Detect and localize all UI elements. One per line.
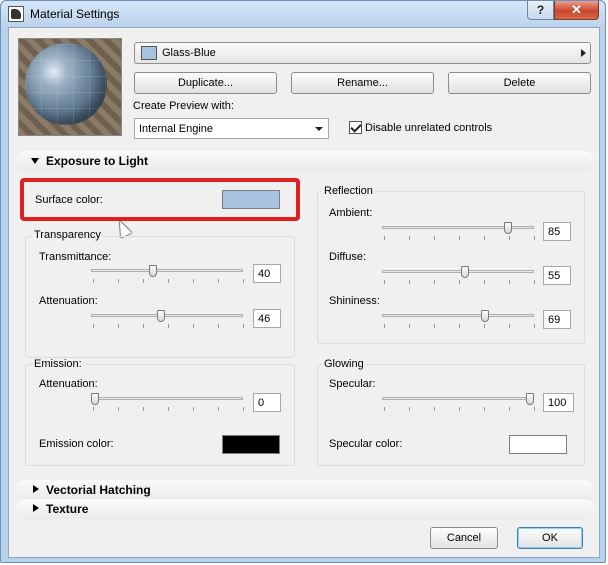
specular-slider-track[interactable] (382, 397, 534, 400)
preview-engine-select[interactable]: Internal Engine (134, 118, 329, 139)
shininess-slider-ticks (384, 324, 535, 328)
ambient-input[interactable]: 85 (543, 222, 571, 241)
texture-section-header[interactable]: Texture (15, 499, 594, 519)
vectorial-hatching-title: Vectorial Hatching (46, 483, 151, 497)
preview-sphere (25, 43, 107, 125)
collapse-triangle-icon (33, 504, 39, 512)
diffuse-slider-track[interactable] (382, 270, 534, 273)
chevron-right-icon (581, 49, 586, 57)
ok-button[interactable]: OK (517, 527, 583, 549)
transmittance-slider-ticks (93, 279, 244, 283)
emission-attenuation-input[interactable]: 0 (253, 393, 281, 412)
attenuation-slider-thumb[interactable] (157, 310, 166, 322)
highlight-annotation (20, 178, 300, 221)
shininess-slider-thumb[interactable] (481, 310, 490, 322)
material-selector[interactable]: Glass-Blue (134, 42, 591, 64)
material-name: Glass-Blue (162, 47, 216, 59)
chevron-down-icon (315, 127, 323, 131)
emission-attenuation-label: Attenuation: (39, 378, 98, 390)
collapse-triangle-icon (33, 485, 39, 493)
shininess-label: Shininess: (329, 295, 380, 307)
attenuation-label: Attenuation: (39, 295, 98, 307)
emission-color-swatch[interactable] (222, 435, 280, 454)
specular-color-swatch[interactable] (509, 435, 567, 454)
emission-attenuation-slider-ticks (93, 407, 244, 411)
rename-button[interactable]: Rename... (291, 72, 434, 94)
expand-triangle-icon (31, 158, 39, 164)
dialog-body: Glass-Blue Duplicate... Rename... Delete… (8, 27, 600, 558)
mouse-cursor-icon (114, 218, 132, 238)
shininess-slider-track[interactable] (382, 314, 534, 317)
transparency-title: Transparency (32, 229, 103, 241)
glowing-title: Glowing (322, 358, 366, 370)
delete-button[interactable]: Delete (448, 72, 591, 94)
vectorial-hatching-section-header[interactable]: Vectorial Hatching (15, 480, 594, 500)
duplicate-button[interactable]: Duplicate... (134, 72, 277, 94)
disable-unrelated-label: Disable unrelated controls (365, 122, 493, 134)
diffuse-slider-ticks (384, 280, 535, 284)
diffuse-input[interactable]: 55 (543, 266, 571, 285)
disable-unrelated-checkbox[interactable] (349, 121, 362, 134)
transmittance-label: Transmittance: (39, 251, 112, 263)
ambient-slider-thumb[interactable] (504, 222, 513, 234)
create-preview-label: Create Preview with: (133, 100, 234, 112)
cancel-button[interactable]: Cancel (430, 527, 498, 549)
specular-input[interactable]: 100 (543, 393, 574, 412)
transmittance-slider-thumb[interactable] (148, 265, 157, 277)
diffuse-label: Diffuse: (329, 251, 367, 263)
specular-slider-ticks (384, 407, 535, 411)
emission-attenuation-slider-track[interactable] (91, 397, 243, 400)
reflection-title: Reflection (322, 185, 375, 197)
help-button[interactable]: ? (527, 1, 554, 20)
transmittance-slider-track[interactable] (91, 269, 243, 272)
sphere-reflection-grid (25, 43, 107, 125)
attenuation-input[interactable]: 46 (253, 309, 281, 328)
specular-color-label: Specular color: (329, 438, 403, 450)
emission-color-label: Emission color: (39, 438, 114, 450)
app-icon (8, 6, 24, 22)
transmittance-input[interactable]: 40 (253, 264, 281, 283)
preview-engine-value: Internal Engine (139, 123, 213, 135)
shininess-input[interactable]: 69 (543, 310, 571, 329)
exposure-section-title: Exposure to Light (46, 154, 148, 168)
material-swatch (141, 46, 157, 60)
emission-attenuation-slider-thumb[interactable] (91, 393, 99, 405)
material-preview (18, 38, 122, 136)
exposure-section-header[interactable]: Exposure to Light (15, 151, 594, 171)
material-settings-window: Material Settings ? ✕ Glass-Blue Duplica… (0, 0, 606, 563)
window-title: Material Settings (30, 7, 120, 21)
ambient-label: Ambient: (329, 207, 373, 219)
close-button[interactable]: ✕ (554, 1, 599, 20)
ambient-slider-ticks (384, 236, 535, 240)
attenuation-slider-ticks (93, 324, 244, 328)
diffuse-slider-thumb[interactable] (461, 266, 470, 278)
attenuation-slider-track[interactable] (91, 314, 243, 317)
specular-label: Specular: (329, 378, 376, 390)
title-bar: Material Settings ? ✕ (1, 1, 605, 27)
emission-title: Emission: (32, 358, 84, 370)
specular-slider-thumb[interactable] (526, 393, 534, 405)
texture-title: Texture (46, 502, 89, 516)
